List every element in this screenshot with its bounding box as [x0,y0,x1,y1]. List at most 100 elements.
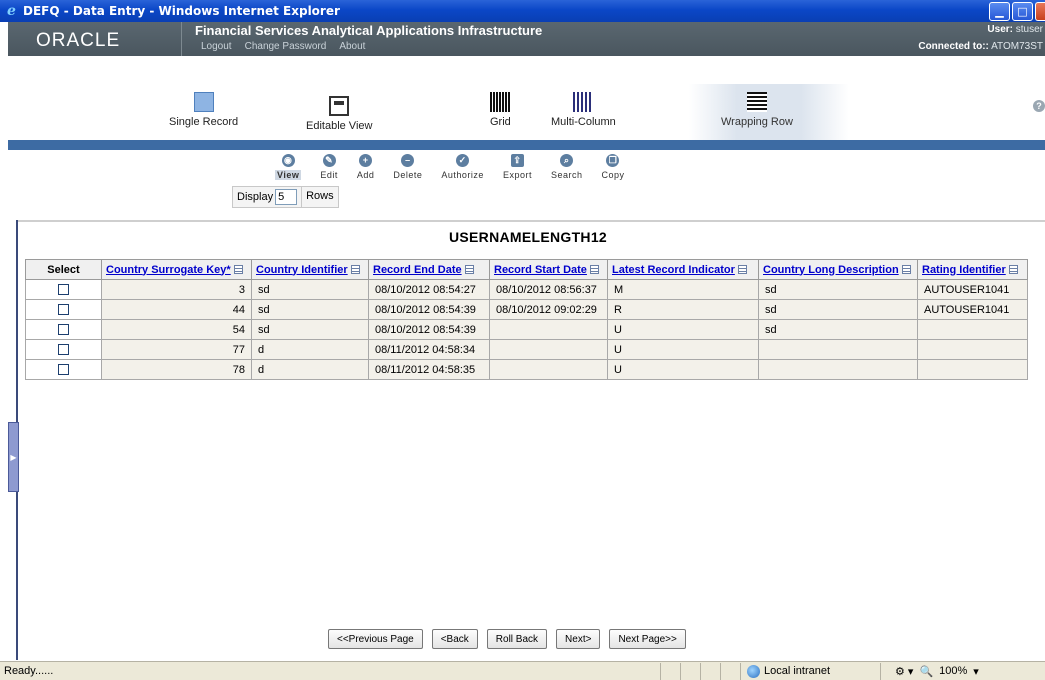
back-button[interactable]: <Back [431,629,478,649]
view-multi-column[interactable]: Multi-Column [551,92,616,128]
globe-icon [747,664,760,678]
table-cell [489,319,608,340]
sort-icon[interactable] [464,264,474,274]
table-title: USERNAMELENGTH12 [448,229,608,245]
rollback-button[interactable]: Roll Back [486,629,548,649]
user-label: User: [987,24,1013,35]
protected-mode-icon[interactable]: ⚙ ▾ [895,665,913,678]
display-rows-input[interactable] [275,189,298,205]
delete-label: Delete [393,170,423,180]
copy-button[interactable]: ❐ Copy [601,150,624,186]
help-icon[interactable]: ? [1033,100,1045,112]
table-cell: 77 [101,339,252,360]
zoom-dropdown-icon[interactable]: ▾ [973,665,979,678]
logout-link[interactable]: Logout [201,41,232,52]
table-row: 77 d 08/11/2012 04:58:34 U [25,339,1028,360]
about-link[interactable]: About [339,41,365,52]
authorize-button[interactable]: ✓ Authorize [441,150,484,186]
header-row: Select Country Surrogate Key* Country Id… [25,259,1028,280]
zone-label: Local intranet [764,665,831,677]
delete-button[interactable]: – Delete [393,150,422,186]
table-cell: 08/10/2012 08:54:39 [368,319,490,340]
select-cell [25,299,102,320]
change-password-link[interactable]: Change Password [245,41,327,52]
editable-view-icon [329,96,350,116]
grid-icon [490,92,511,112]
table-cell [489,339,608,360]
view-button[interactable]: ◉ View [275,150,302,186]
select-cell [25,319,102,340]
row-checkbox[interactable] [58,284,69,296]
copy-icon: ❐ [606,154,620,167]
row-checkbox[interactable] [58,324,69,336]
header-top: ORACLE Financial Services Analytical App… [8,22,1045,56]
search-button[interactable]: ⌕ Search [551,150,583,186]
view-grid[interactable]: Grid [490,92,511,128]
view-editable[interactable]: Editable View [306,92,372,132]
table-cell: sd [758,319,918,340]
row-checkbox[interactable] [58,304,69,316]
col-header-label[interactable]: Rating Identifier [922,264,1006,276]
table-cell: 54 [101,319,252,340]
view-wrapping-row-label: Wrapping Row [721,116,793,128]
view-mode-strip: Single Record Editable View Grid Multi-C… [8,56,1045,140]
view-single-record[interactable]: Single Record [169,92,238,128]
table-cell: AUTOUSER1041 [917,299,1028,320]
sort-icon[interactable] [350,264,360,274]
table-cell: 08/10/2012 08:54:39 [368,299,490,320]
col-header-country-identifier[interactable]: Country Identifier [251,259,369,280]
multi-column-icon [573,92,594,112]
sort-icon[interactable] [233,264,243,274]
table-cell: 08/10/2012 09:02:29 [489,299,608,320]
col-header-label[interactable]: Latest Record Indicator [612,264,735,276]
connection-info: Connected to:: ATOM73ST [918,41,1043,52]
col-header-label[interactable]: Record End Date [373,264,462,276]
add-icon: + [359,154,373,167]
edit-button[interactable]: ✎ Edit [320,150,338,186]
status-segment [720,662,740,680]
export-icon: ⇪ [510,154,524,167]
col-header-rating-identifier[interactable]: Rating Identifier [917,259,1028,280]
separator-bar [8,140,1045,150]
display-label: Display [237,191,274,203]
zoom-level: 100% [939,665,968,677]
close-button[interactable] [1035,2,1045,21]
edit-label: Edit [320,170,338,180]
table-cell: sd [251,279,369,300]
delete-icon: – [401,154,415,167]
table-cell: U [607,359,759,380]
security-zone: Local intranet [740,662,880,680]
export-button[interactable]: ⇪ Export [503,150,532,186]
next-button[interactable]: Next> [556,629,601,649]
col-header-record-start-date[interactable]: Record Start Date [489,259,608,280]
table-cell: sd [758,299,918,320]
view-wrapping-row[interactable]: Wrapping Row [721,92,793,128]
next-page-button[interactable]: Next Page>> [609,629,686,649]
sort-icon[interactable] [1008,264,1018,274]
maximize-button[interactable]: □ [1012,2,1033,21]
copy-label: Copy [601,170,625,180]
col-header-record-end-date[interactable]: Record End Date [368,259,490,280]
col-header-latest-record-indicator[interactable]: Latest Record Indicator [607,259,759,280]
row-checkbox[interactable] [58,364,69,376]
col-header-country-surrogate-key[interactable]: Country Surrogate Key* [101,259,252,280]
wrapping-row-icon [746,92,767,112]
col-header-country-long-description[interactable]: Country Long Description [758,259,918,280]
previous-page-button[interactable]: <<Previous Page [328,629,423,649]
minimize-button[interactable]: ▁ [989,2,1010,21]
single-record-icon [193,92,214,112]
connected-value: ATOM73ST [991,41,1043,52]
col-header-label[interactable]: Record Start Date [494,264,587,276]
table-cell [917,319,1028,340]
row-checkbox[interactable] [58,344,69,356]
sort-icon[interactable] [901,264,911,274]
sort-icon[interactable] [737,264,747,274]
col-header-label[interactable]: Country Surrogate Key* [106,264,231,276]
sort-icon[interactable] [589,264,599,274]
select-cell [25,339,102,360]
add-button[interactable]: + Add [357,150,375,186]
col-header-label[interactable]: Country Long Description [763,264,899,276]
col-header-label[interactable]: Country Identifier [256,264,348,276]
zoom-control[interactable]: ⚙ ▾ 🔍 100% ▾ [880,662,979,680]
header-links: Logout Change Password About [201,41,365,52]
